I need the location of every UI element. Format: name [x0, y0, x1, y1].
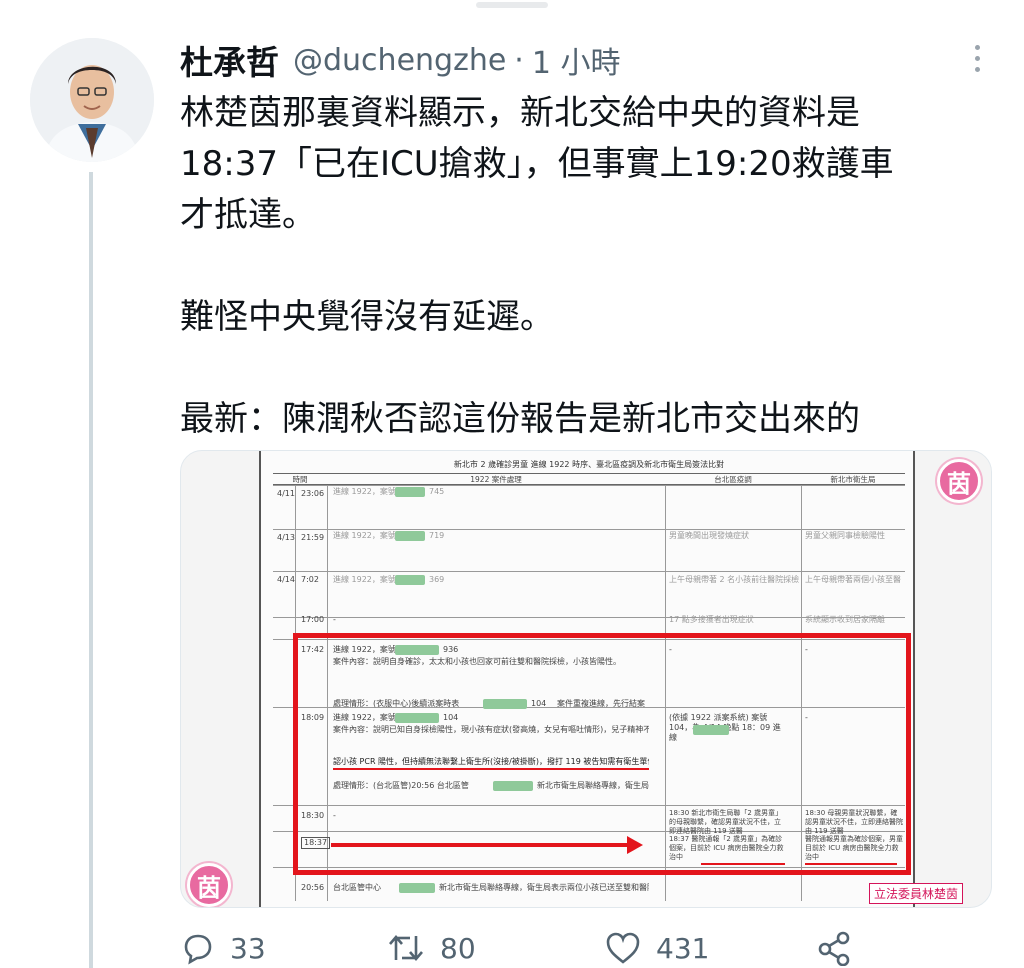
red-arrow-head-icon — [627, 836, 643, 854]
avatar-portrait-icon — [30, 38, 154, 162]
row-case: 進線 1922，案號： — [333, 531, 404, 540]
red-highlight-box — [293, 633, 911, 875]
grid-line — [273, 529, 905, 530]
row-time: 21:59 — [301, 533, 325, 542]
row-nt-note: 男童父親同事檢驗陽性 — [805, 531, 885, 540]
more-options-icon[interactable] — [962, 40, 992, 76]
tweet-actions: 33 80 431 — [180, 930, 880, 968]
tweet-header: 杜承哲 @duchengzhe · 1 小時 — [180, 36, 620, 84]
watermark-badge-icon: 茵 — [937, 459, 981, 503]
top-edge — [0, 0, 1024, 10]
redaction-mark — [395, 575, 425, 585]
row-time: 7:02 — [301, 575, 319, 584]
row-tp-note: 男童晚間出現發燒症狀 — [669, 531, 749, 540]
column-header: 台北區疫調 — [714, 475, 752, 484]
column-header: 1922 案件處理 — [470, 475, 522, 484]
row-date: 4/13 — [277, 533, 295, 542]
reply-button[interactable]: 33 — [180, 930, 266, 966]
red-arrow — [331, 843, 631, 847]
row-case-no: 719 — [429, 531, 445, 540]
author-handle[interactable]: @duchengzhe — [293, 43, 506, 78]
watermark-badge-icon: 茵 — [187, 863, 231, 907]
retweet-count: 80 — [440, 931, 476, 965]
drag-handle[interactable] — [476, 2, 548, 8]
row-time: 20:56 — [301, 883, 325, 892]
thread-connector — [89, 172, 93, 968]
column-header: 時間 — [292, 475, 308, 484]
reply-icon — [184, 934, 212, 965]
separator-dot: · — [514, 42, 524, 78]
tweet-body: 林楚茵那裏資料顯示，新北交給中央的資料是 18:37「已在ICU搶救」，但事實上… — [180, 88, 980, 445]
tweet-line: 18:37「已在ICU搶救」，但事實上19:20救護車 — [180, 144, 894, 184]
reply-count: 33 — [230, 931, 266, 965]
document-header-row: 時間 1922 案件處理 台北區疫調 新北市衛生局 — [273, 473, 905, 485]
row-case: - — [333, 615, 336, 624]
redaction-mark — [395, 531, 425, 541]
retweet-button[interactable]: 80 — [386, 930, 476, 966]
row-case-no: 369 — [429, 575, 445, 584]
tweet-line: 最新：陳潤秋否認這份報告是新北市交出來的 — [180, 399, 860, 439]
row-case: 進線 1922，案號： — [333, 487, 404, 496]
row-time: 17:00 — [301, 615, 325, 624]
tweet-line: 難怪中央覺得沒有延遲。 — [180, 297, 554, 337]
row-case-tail: 新北市衛生局聯絡專線，衛生局表示兩位小孩已送至雙和醫院，結案 — [439, 883, 649, 892]
share-icon — [818, 931, 850, 966]
tweet-line: 林楚茵那裏資料顯示，新北交給中央的資料是 — [180, 93, 860, 133]
grid-line — [273, 571, 905, 572]
row-tp-note: 17 點多接獲者出現症狀 — [669, 615, 754, 624]
source-tag: 立法委員林楚茵 — [869, 883, 964, 904]
row-nt-note: 系統顯示收到居家隔離 — [805, 615, 885, 624]
row-case: 台北區管中心 — [333, 883, 381, 892]
row-tp-note: 上午母親帶著 2 名小孩前往醫院採檢 — [669, 575, 799, 584]
row-date: 4/14 — [277, 575, 295, 584]
retweet-icon — [389, 935, 423, 961]
row-case-no: 745 — [429, 487, 445, 496]
share-button[interactable] — [816, 930, 852, 966]
row-date: 4/11 — [277, 489, 295, 498]
like-button[interactable]: 431 — [604, 930, 709, 966]
column-header: 新北市衛生局 — [830, 475, 876, 484]
tweet-media-image[interactable]: 新北市 2 歲確診男童 進線 1922 時序、臺北區疫調及新北市衛生局簽法比對 … — [180, 450, 992, 908]
heart-icon — [606, 932, 640, 964]
redaction-mark — [395, 487, 425, 497]
author-display-name[interactable]: 杜承哲 — [180, 36, 279, 84]
document-title: 新北市 2 歲確診男童 進線 1922 時序、臺北區疫調及新北市衛生局簽法比對 — [453, 460, 725, 469]
like-count: 431 — [656, 931, 710, 965]
redaction-mark — [399, 883, 435, 893]
timestamp[interactable]: 1 小時 — [532, 38, 621, 82]
row-nt-note: 上午母親帶著兩個小孩至醫院採檢 — [805, 575, 901, 584]
row-case: 進線 1922，案號： — [333, 575, 404, 584]
avatar[interactable] — [30, 38, 154, 162]
row-time: 23:06 — [301, 489, 325, 498]
tweet-line: 才抵達。 — [180, 195, 316, 235]
grid-line — [273, 485, 905, 486]
